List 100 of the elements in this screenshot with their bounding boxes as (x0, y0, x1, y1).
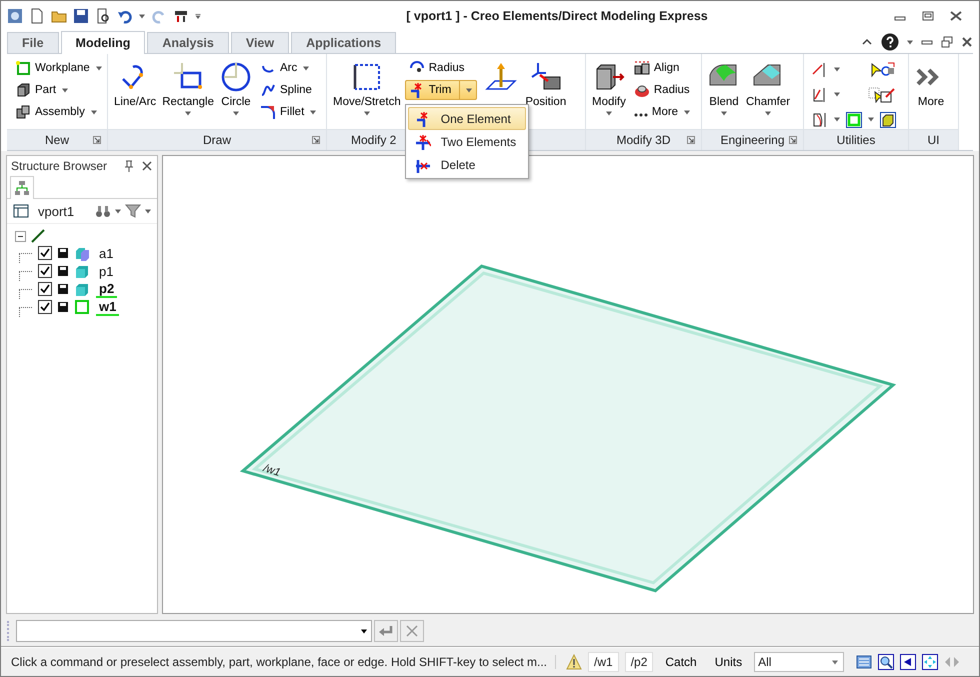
tree-item[interactable]: a1 (96, 246, 116, 260)
radius-button[interactable]: Radius (630, 80, 694, 100)
window-icon[interactable] (856, 654, 872, 670)
warning-icon[interactable] (566, 654, 582, 670)
visibility-checkbox[interactable] (38, 246, 52, 260)
align-button[interactable]: Align (630, 58, 694, 78)
pointer-edit-icon[interactable] (880, 62, 896, 78)
caret-icon (62, 88, 68, 92)
caret-icon (466, 88, 472, 92)
units-button[interactable]: Units (708, 655, 748, 669)
group-label: Engineering (720, 133, 785, 147)
fillet-icon (260, 104, 276, 120)
more-button[interactable]: More (630, 102, 694, 122)
command-input[interactable] (16, 620, 372, 642)
binoculars-icon[interactable] (95, 203, 111, 219)
arc-button[interactable]: Arc (256, 58, 320, 78)
ribbon-tab[interactable]: View (230, 32, 290, 53)
ribbon-tab[interactable]: Modeling (60, 31, 146, 54)
group-label: Modify 3D (616, 133, 671, 147)
blend-button[interactable]: Blend (706, 58, 742, 119)
enter-button[interactable] (374, 620, 398, 642)
close-icon[interactable] (141, 160, 153, 172)
tree-item[interactable]: p1 (96, 264, 116, 278)
restore-icon[interactable] (941, 36, 953, 48)
expander[interactable] (15, 230, 26, 242)
filter-dropdown[interactable]: All (754, 652, 844, 672)
dialog-launcher-icon[interactable] (687, 136, 695, 144)
caret-icon (145, 208, 151, 214)
visibility-checkbox[interactable] (38, 264, 52, 278)
circle-button[interactable]: Circle (218, 58, 254, 119)
curve-icon[interactable] (812, 112, 828, 128)
ribbon-tab[interactable]: Applications (291, 32, 396, 53)
caret-icon (765, 111, 772, 116)
caret-icon (834, 67, 840, 72)
dialog-launcher-icon[interactable] (93, 136, 101, 144)
menu-item[interactable]: Delete (408, 153, 526, 176)
save-icon[interactable] (73, 8, 89, 24)
caret-icon (684, 110, 690, 114)
pin-icon[interactable] (123, 160, 135, 172)
active-workplane[interactable]: /w1 (588, 652, 619, 672)
position-button[interactable]: Position (523, 58, 568, 111)
visibility-checkbox[interactable] (38, 282, 52, 296)
panel-title: Structure Browser (11, 159, 108, 173)
fillet-button[interactable]: Fillet (256, 102, 320, 122)
active-part[interactable]: /p2 (624, 652, 654, 672)
app-icon[interactable] (7, 8, 23, 24)
workplane-icon (15, 60, 31, 76)
square-frame-icon[interactable] (846, 112, 862, 128)
radius-button[interactable]: Radius (404, 58, 478, 78)
menu-item[interactable]: Two Elements (408, 130, 526, 153)
trim-button[interactable]: Trim (404, 80, 478, 100)
caret-icon (721, 111, 727, 116)
catch-button[interactable]: Catch (659, 655, 703, 669)
customize-icon[interactable] (195, 14, 201, 18)
caret-icon (832, 660, 838, 664)
assembly-button[interactable]: Assembly (11, 102, 101, 122)
hierarchy-icon (14, 180, 30, 196)
move-stretch-button[interactable]: Move/Stretch (331, 58, 403, 119)
undo-icon[interactable] (117, 8, 133, 24)
group-label: Modify 2 (351, 133, 396, 147)
close-icon (404, 623, 420, 639)
spline-button[interactable]: Spline (256, 80, 320, 100)
triangle-left-icon[interactable] (900, 654, 916, 670)
close-icon[interactable] (949, 11, 963, 21)
window-title: [ vport1 ] - Creo Elements/Direct Modeling Express (406, 9, 708, 23)
workplane-button[interactable]: Workplane (11, 58, 106, 78)
more-button[interactable]: More (913, 58, 949, 111)
tree-item[interactable]: w1 (96, 298, 120, 316)
workplane-label: /w1 (262, 462, 282, 480)
caret-icon (364, 111, 370, 116)
ribbon-tab[interactable]: File (7, 32, 59, 53)
line-icon (30, 228, 46, 244)
fit-view-icon[interactable] (922, 654, 938, 670)
new-file-icon[interactable] (29, 8, 45, 24)
menu-item[interactable]: One Element (408, 107, 526, 130)
help-icon[interactable] (881, 33, 899, 51)
tree-view-tab[interactable] (10, 176, 34, 199)
print-preview-icon[interactable] (95, 8, 111, 24)
ribbon-tab[interactable]: Analysis (147, 32, 229, 53)
line-arc-button[interactable]: Line/Arc (112, 58, 158, 111)
filter-icon[interactable] (125, 203, 141, 219)
modify-button[interactable]: Modify (590, 58, 628, 119)
zoom-icon[interactable] (878, 654, 894, 670)
close-icon[interactable] (961, 36, 973, 48)
rectangle-button[interactable]: Rectangle (160, 58, 216, 119)
caret-icon (303, 66, 310, 70)
transfer-icon[interactable] (880, 86, 896, 102)
chamfer-button[interactable]: Chamfer (744, 58, 792, 119)
part-button[interactable]: Part (11, 80, 72, 100)
box-frame-icon[interactable] (880, 112, 896, 128)
dialog-launcher-icon[interactable] (312, 136, 320, 144)
visibility-checkbox[interactable] (38, 300, 52, 314)
tree-item[interactable]: p2 (96, 280, 118, 298)
enter-icon (378, 623, 394, 639)
tools-icon[interactable] (173, 8, 189, 24)
dialog-launcher-icon[interactable] (789, 136, 797, 144)
viewport-name: vport1 (38, 204, 74, 218)
ellipsis-icon (634, 113, 648, 117)
spline-icon (260, 82, 276, 98)
maximize-icon[interactable] (921, 11, 935, 21)
